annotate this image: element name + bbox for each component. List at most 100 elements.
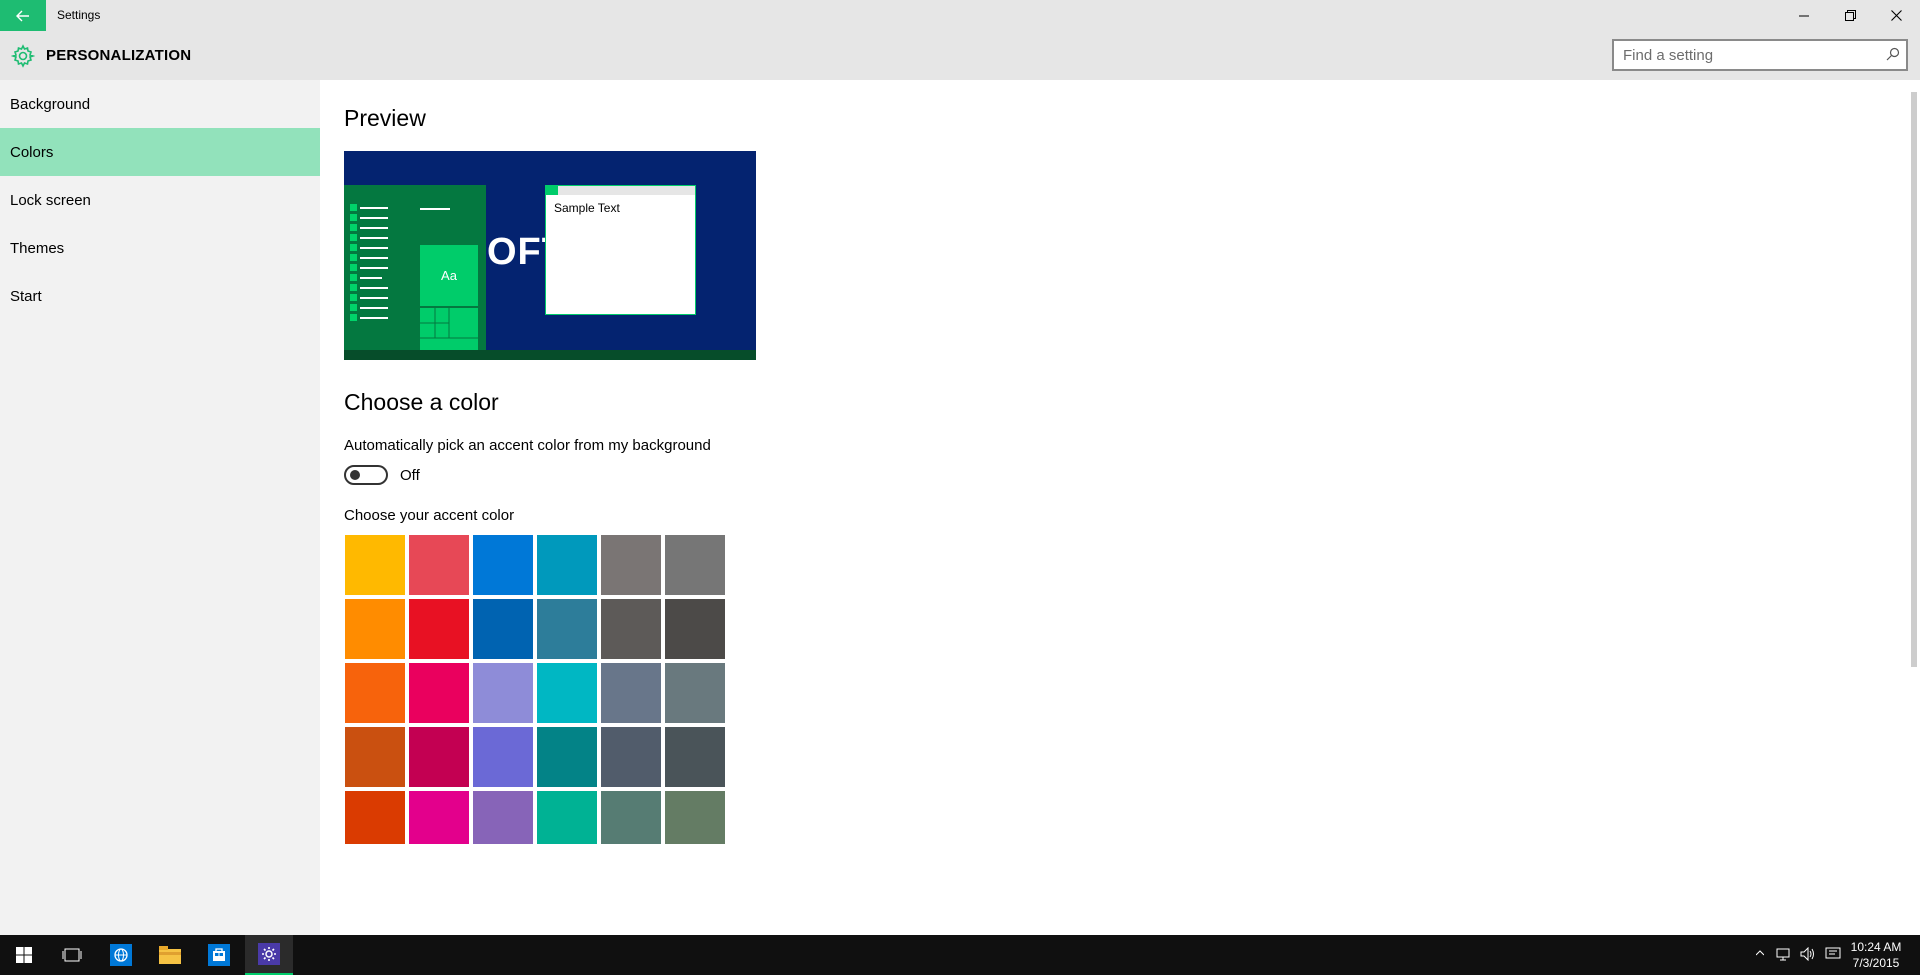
title-bar: Settings xyxy=(0,0,1920,31)
close-icon xyxy=(1890,10,1902,21)
accent-color-swatch[interactable] xyxy=(601,599,661,659)
accent-color-swatch[interactable] xyxy=(345,727,405,787)
accent-color-swatch[interactable] xyxy=(345,599,405,659)
accent-color-swatch[interactable] xyxy=(409,791,469,844)
start-button[interactable] xyxy=(0,935,48,975)
sidebar-item-colors[interactable]: Colors xyxy=(0,128,320,176)
back-button[interactable] xyxy=(0,0,46,31)
show-hidden-icons-icon[interactable] xyxy=(1756,950,1764,956)
taskbar-browser[interactable] xyxy=(97,935,145,975)
preview-list-line xyxy=(360,277,382,279)
sidebar-item-start[interactable]: Start xyxy=(0,272,320,320)
choose-color-heading: Choose a color xyxy=(344,389,499,415)
preview-tile-text: Aa xyxy=(441,268,457,283)
accent-color-swatch[interactable] xyxy=(665,599,725,659)
preview-list-icon xyxy=(350,214,357,221)
accent-color-swatch[interactable] xyxy=(345,791,405,844)
preview-list-line xyxy=(360,227,388,229)
auto-pick-label: Automatically pick an accent color from … xyxy=(344,437,711,454)
accent-color-swatch[interactable] xyxy=(665,791,725,844)
minimize-button[interactable] xyxy=(1781,0,1827,31)
close-button[interactable] xyxy=(1873,0,1919,31)
toggle-knob xyxy=(350,470,360,480)
auto-pick-toggle[interactable] xyxy=(344,465,388,485)
preview-list-line xyxy=(360,207,388,209)
preview-taskbar xyxy=(344,350,756,360)
preview-list-icon xyxy=(350,314,357,321)
sidebar: Background Colors Lock screen Themes Sta… xyxy=(0,80,320,935)
main-content: Preview Aa OFT Sample Text Choose a colo… xyxy=(320,80,1920,935)
preview-line xyxy=(420,208,450,210)
sidebar-item-background[interactable]: Background xyxy=(0,80,320,128)
accent-color-swatch[interactable] xyxy=(601,791,661,844)
preview-list-line xyxy=(360,287,388,289)
preview-list-icon xyxy=(350,234,357,241)
accent-color-swatch[interactable] xyxy=(665,535,725,595)
accent-color-swatch[interactable] xyxy=(409,663,469,723)
accent-color-swatch[interactable] xyxy=(409,727,469,787)
preview-list-icon xyxy=(350,294,357,301)
volume-icon[interactable] xyxy=(1800,947,1816,961)
taskbar-clock[interactable]: 10:24 AM 7/3/2015 xyxy=(1836,939,1916,971)
accent-color-swatch[interactable] xyxy=(665,663,725,723)
search-box[interactable] xyxy=(1612,39,1908,71)
accent-color-swatch[interactable] xyxy=(473,727,533,787)
accent-color-swatch[interactable] xyxy=(537,535,597,595)
search-icon[interactable] xyxy=(1886,47,1900,61)
preview-list-line xyxy=(360,257,388,259)
accent-color-swatch[interactable] xyxy=(537,663,597,723)
accent-color-swatch[interactable] xyxy=(537,791,597,844)
preview-list-line xyxy=(360,267,388,269)
task-view-icon xyxy=(62,948,82,962)
preview-list-icon xyxy=(350,224,357,231)
minimize-icon xyxy=(1799,15,1809,16)
preview-list-icon xyxy=(350,304,357,311)
back-arrow-icon xyxy=(16,10,29,21)
taskbar-settings[interactable] xyxy=(245,935,293,975)
sidebar-item-label: Background xyxy=(10,95,91,113)
accent-color-swatch[interactable] xyxy=(665,727,725,787)
scrollbar-thumb[interactable] xyxy=(1911,92,1917,667)
taskbar: 10:24 AM 7/3/2015 xyxy=(0,935,1920,975)
accent-color-swatch[interactable] xyxy=(473,599,533,659)
network-icon[interactable] xyxy=(1776,947,1792,961)
accent-color-swatch[interactable] xyxy=(473,791,533,844)
taskbar-file-explorer[interactable] xyxy=(146,935,194,975)
store-icon xyxy=(208,944,230,966)
restore-icon xyxy=(1844,10,1856,21)
accent-color-swatch[interactable] xyxy=(537,727,597,787)
task-view-button[interactable] xyxy=(48,935,96,975)
taskbar-store[interactable] xyxy=(195,935,243,975)
preview-list-icon xyxy=(350,264,357,271)
accent-color-swatch[interactable] xyxy=(601,727,661,787)
preview-list-line xyxy=(360,217,388,219)
sidebar-item-label: Colors xyxy=(10,143,54,161)
sidebar-item-lock-screen[interactable]: Lock screen xyxy=(0,176,320,224)
page-header: PERSONALIZATION xyxy=(0,31,1920,80)
accent-color-swatch[interactable] xyxy=(473,663,533,723)
restore-button[interactable] xyxy=(1827,0,1873,31)
preview-start-menu: Aa xyxy=(344,185,486,360)
preview-sample-text: Sample Text xyxy=(554,201,620,215)
preview-list-icon xyxy=(350,204,357,211)
preview-list-line xyxy=(360,237,388,239)
accent-color-swatch[interactable] xyxy=(473,535,533,595)
preview-heading: Preview xyxy=(344,105,426,131)
accent-color-swatch[interactable] xyxy=(601,535,661,595)
accent-color-swatch[interactable] xyxy=(409,599,469,659)
accent-color-swatch[interactable] xyxy=(601,663,661,723)
accent-color-swatch[interactable] xyxy=(409,535,469,595)
sidebar-item-label: Lock screen xyxy=(10,191,91,209)
preview-tile: Aa xyxy=(420,245,478,306)
sidebar-item-themes[interactable]: Themes xyxy=(0,224,320,272)
clock-date: 7/3/2015 xyxy=(1852,956,1900,970)
accent-color-grid xyxy=(344,534,728,844)
search-input[interactable] xyxy=(1614,41,1874,69)
preview-window-accent xyxy=(546,186,558,195)
preview-list-line xyxy=(360,317,388,319)
scrollbar[interactable] xyxy=(1908,80,1920,935)
accent-color-swatch[interactable] xyxy=(537,599,597,659)
accent-color-swatch[interactable] xyxy=(345,535,405,595)
accent-color-swatch[interactable] xyxy=(345,663,405,723)
sidebar-item-label: Start xyxy=(10,287,42,305)
